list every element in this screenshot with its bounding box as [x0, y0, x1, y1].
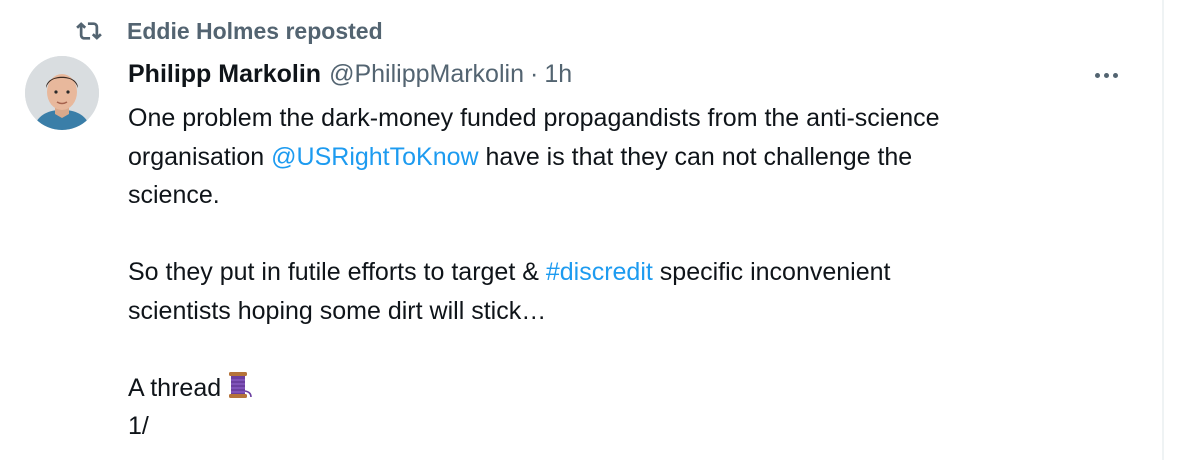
author-name[interactable]: Philipp Markolin: [128, 60, 321, 89]
tweet-paragraph-2: So they put in futile efforts to target …: [128, 253, 1138, 330]
separator-dot: ·: [529, 59, 539, 88]
tweet-paragraph-3: A thread 1/: [128, 369, 1138, 446]
tweet-text-line: 1/: [128, 412, 149, 440]
social-context[interactable]: Eddie Holmes reposted: [76, 14, 383, 48]
tweet-text-line: science.: [128, 181, 220, 209]
hashtag-link[interactable]: #discredit: [546, 258, 653, 286]
thread-spool-emoji: [229, 371, 252, 398]
more-icon[interactable]: [1095, 66, 1118, 84]
timeline-border: [1162, 0, 1164, 460]
tweet-header: Philipp Markolin @PhilippMarkolin · 1h: [128, 53, 1138, 95]
tweet-paragraph-1: One problem the dark-money funded propag…: [128, 99, 1138, 215]
tweet-text-line: So they put in futile efforts to target …: [128, 258, 546, 286]
avatar[interactable]: [25, 56, 99, 130]
tweet-text-line: organisation: [128, 142, 272, 171]
reposted-by-label: Eddie Holmes reposted: [127, 17, 383, 44]
tweet-text-line: specific inconvenient: [652, 258, 891, 286]
author-handle[interactable]: @PhilippMarkolin: [329, 60, 524, 89]
tweet-text-line: scientists hoping some dirt will stick…: [128, 296, 547, 325]
mention-link[interactable]: @USRightToKnow: [271, 143, 478, 171]
timestamp[interactable]: 1h: [544, 60, 572, 89]
avatar-image: [25, 56, 99, 130]
repost-icon: [76, 22, 102, 40]
tweet[interactable]: Philipp Markolin @PhilippMarkolin · 1h O…: [128, 53, 1138, 446]
tweet-text-line: A thread: [128, 373, 222, 402]
tweet-text-line: One problem the dark-money funded propag…: [128, 104, 940, 132]
tweet-text-line: have is that they can not challenge the: [478, 142, 913, 171]
tweet-text: One problem the dark-money funded propag…: [128, 99, 1138, 446]
